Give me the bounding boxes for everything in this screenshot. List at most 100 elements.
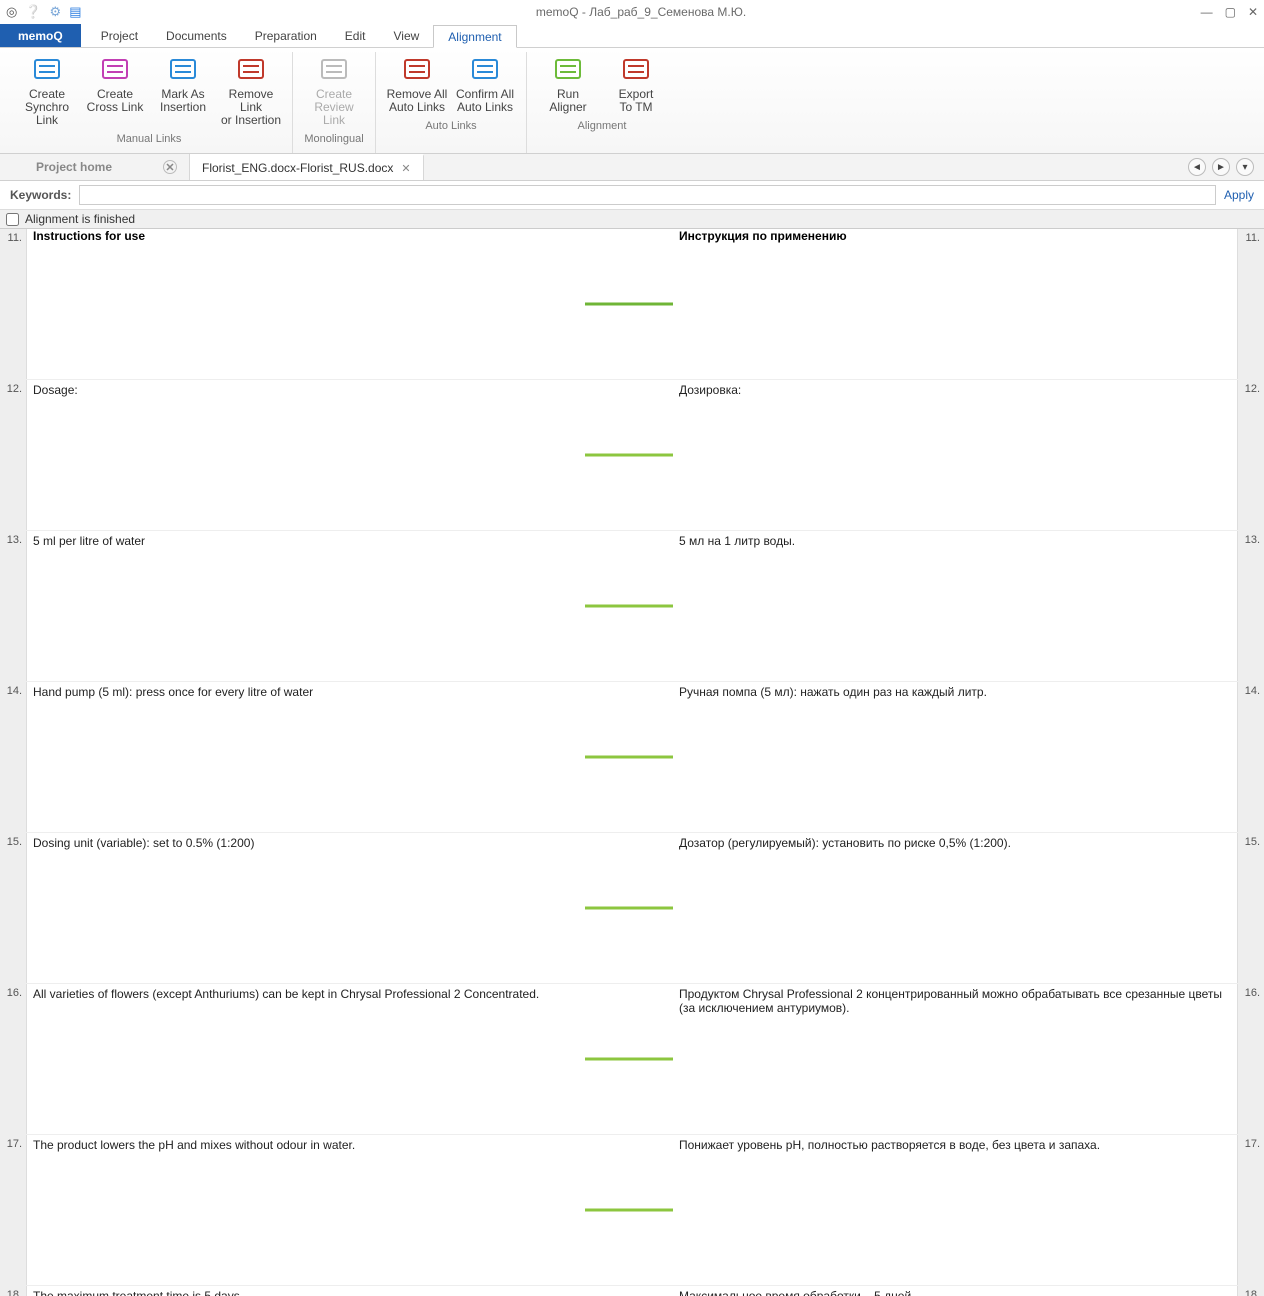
menu-project[interactable]: Project [87,24,152,47]
apply-button[interactable]: Apply [1224,188,1254,202]
maximize-button[interactable]: ▢ [1225,5,1236,19]
ribbon-button-label: CreateReview Link [303,88,365,127]
link-cell[interactable] [585,1286,673,1296]
menu-view[interactable]: View [379,24,433,47]
ribbon-group-title: Alignment [578,116,627,134]
tab-document[interactable]: Florist_ENG.docx-Florist_RUS.docx ✕ [190,154,424,180]
autolink-remove-button[interactable]: Remove AllAuto Links [384,52,450,116]
link-cell[interactable] [585,984,673,1134]
close-icon[interactable]: ✕ [401,162,410,175]
link-remove-button[interactable]: Remove Linkor Insertion [218,52,284,129]
run-aligner-button[interactable]: Run Aligner [535,52,601,116]
ribbon-group: CreateReview Link Monolingual [293,52,376,153]
alignment-row[interactable]: 16.All varieties of flowers (except Anth… [0,984,1264,1135]
ribbon-group: Remove AllAuto Links Confirm AllAuto Lin… [376,52,527,153]
target-cell[interactable]: Понижает уровень рН, полностью растворяе… [673,1135,1237,1285]
export-tm-icon [620,54,652,86]
target-cell[interactable]: Инструкция по применению [673,229,1237,379]
link-sync-icon [31,54,63,86]
row-number-left: 15. [0,833,27,983]
alignment-row[interactable]: 13. 5 ml per litre of water 5 мл на 1 литр… [0,531,1264,682]
link-cell[interactable] [585,380,673,530]
nav-prev-button[interactable]: ◄ [1188,158,1206,176]
run-aligner-icon [552,54,584,86]
title-bar: ◎ ❔ ⚙ ▤ memoQ - Лаб_раб_9_Семенова М.Ю. … [0,0,1264,24]
link-cell[interactable] [585,531,673,681]
ribbon: CreateSynchro Link CreateCross Link Mark… [0,48,1264,154]
alignment-row[interactable]: 14. Hand pump (5 ml): press once for ever… [0,682,1264,833]
brand[interactable]: memoQ [0,24,81,47]
target-cell[interactable]: Продуктом Chrysal Professional 2 концент… [673,984,1237,1134]
row-number-left: 17. [0,1135,27,1285]
link-cell[interactable] [585,1135,673,1285]
alignment-row[interactable]: 15.Dosing unit (variable): set to 0.5% (… [0,833,1264,984]
source-cell[interactable]: All varieties of flowers (except Anthuri… [27,984,585,1134]
row-number-right: 17. [1237,1135,1264,1285]
menu-alignment[interactable]: Alignment [433,25,516,48]
source-cell[interactable]: Dosage: [27,380,585,530]
window-title: memoQ - Лаб_раб_9_Семенова М.Ю. [81,5,1200,19]
target-cell[interactable]: 5 мл на 1 литр воды. [673,531,1237,681]
export-tm-button[interactable]: ExportTo TM [603,52,669,116]
alignment-row[interactable]: 11.Instructions for use Инструкция по при… [0,229,1264,380]
ribbon-button-label: Mark AsInsertion [160,88,206,114]
menu-bar: memoQ ProjectDocumentsPreparationEditVie… [0,24,1264,48]
notes-icon[interactable]: ▤ [69,4,81,20]
tab-project-home[interactable]: Project home ✕ [0,154,190,180]
autolink-confirm-button[interactable]: Confirm AllAuto Links [452,52,518,116]
row-number-left: 11. [0,229,27,379]
ribbon-button-label: Remove AllAuto Links [387,88,448,114]
menu-edit[interactable]: Edit [331,24,380,47]
alignment-row[interactable]: 17.The product lowers the pH and mixes w… [0,1135,1264,1286]
ribbon-button-label: Remove Linkor Insertion [220,88,282,127]
target-cell[interactable]: Дозировка: [673,380,1237,530]
keywords-input[interactable] [79,185,1216,205]
menu-documents[interactable]: Documents [152,24,241,47]
close-button[interactable]: ✕ [1248,5,1258,19]
link-review-button: CreateReview Link [301,52,367,129]
row-number-right: 14. [1237,682,1264,832]
ribbon-group-title: Monolingual [304,129,363,147]
window-controls: — ▢ ✕ [1201,5,1258,19]
alignment-status-label: Alignment is finished [25,212,135,226]
source-cell[interactable]: The product lowers the pH and mixes with… [27,1135,585,1285]
link-cross-button[interactable]: CreateCross Link [82,52,148,129]
row-number-right: 18. [1237,1286,1264,1296]
nav-menu-button[interactable]: ▾ [1236,158,1254,176]
source-cell[interactable]: Instructions for use [27,229,585,379]
link-cell[interactable] [585,682,673,832]
app-icon[interactable]: ◎ [6,4,17,20]
source-cell[interactable]: The maximum treatment time is 5 days. [27,1286,585,1296]
target-cell[interactable]: Дозатор (регулируемый): установить по ри… [673,833,1237,983]
row-number-right: 13. [1237,531,1264,681]
link-insert-button[interactable]: Mark AsInsertion [150,52,216,129]
source-cell[interactable]: Hand pump (5 ml): press once for every l… [27,682,585,832]
alignment-row[interactable]: 18. The maximum treatment time is 5 days.… [0,1286,1264,1296]
alignment-grid: 11.Instructions for use Инструкция по при… [0,229,1264,1296]
alignment-row[interactable]: 12.Dosage:Дозировка:12. [0,380,1264,531]
link-cell[interactable] [585,229,673,379]
ribbon-button-label: ExportTo TM [619,88,654,114]
source-cell[interactable]: 5 ml per litre of water [27,531,585,681]
minimize-button[interactable]: — [1201,5,1213,19]
row-number-left: 16. [0,984,27,1134]
autolink-remove-icon [401,54,433,86]
alignment-finished-checkbox[interactable] [6,213,19,226]
ribbon-group: CreateSynchro Link CreateCross Link Mark… [6,52,293,153]
menu-preparation[interactable]: Preparation [241,24,331,47]
ribbon-group-title: Manual Links [117,129,182,147]
ribbon-button-label: CreateSynchro Link [16,88,78,127]
ribbon-button-label: Confirm AllAuto Links [456,88,514,114]
source-cell[interactable]: Dosing unit (variable): set to 0.5% (1:2… [27,833,585,983]
link-sync-button[interactable]: CreateSynchro Link [14,52,80,129]
row-number-right: 16. [1237,984,1264,1134]
tab-label: Florist_ENG.docx-Florist_RUS.docx [202,161,393,175]
ribbon-group: Run Aligner ExportTo TM Alignment [527,52,677,153]
target-cell[interactable]: Ручная помпа (5 мл): нажать один раз на … [673,682,1237,832]
help-icon[interactable]: ❔ [25,4,41,20]
target-cell[interactable]: Максимальное время обработки – 5 дней. [673,1286,1237,1296]
close-icon[interactable]: ✕ [163,160,177,174]
settings-icon[interactable]: ⚙ [50,4,62,20]
nav-next-button[interactable]: ► [1212,158,1230,176]
link-cell[interactable] [585,833,673,983]
